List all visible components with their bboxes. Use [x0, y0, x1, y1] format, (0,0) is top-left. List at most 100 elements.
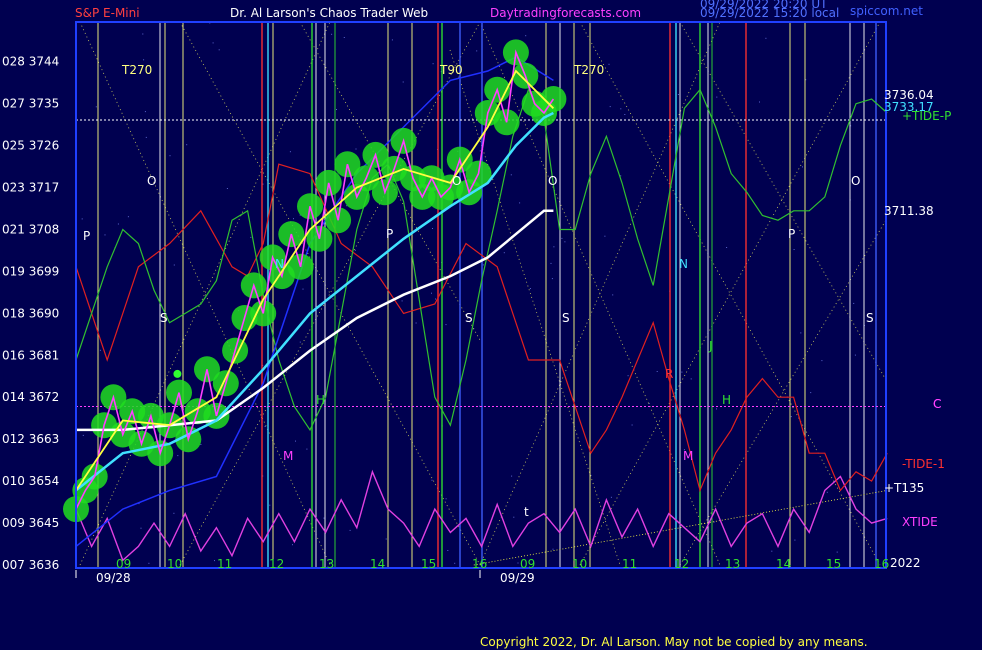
star	[610, 496, 612, 498]
star	[476, 50, 478, 52]
star	[293, 218, 294, 220]
x-hour-label: 14	[370, 557, 385, 571]
y-tick-label: 018 3690	[2, 306, 59, 320]
star	[269, 504, 271, 506]
x-hour-label: 09	[116, 557, 131, 571]
y-tick-label: 025 3726	[2, 139, 59, 153]
star	[299, 341, 301, 343]
star	[561, 237, 563, 239]
star	[104, 234, 106, 236]
x-hour-label: 10	[167, 557, 182, 571]
chart-annotation: T270	[573, 63, 604, 77]
star	[401, 300, 403, 302]
star	[854, 354, 856, 356]
star	[609, 106, 611, 108]
star	[250, 236, 252, 238]
star	[790, 416, 792, 418]
star	[716, 408, 717, 410]
star	[765, 37, 767, 39]
y-tick-label: 014 3672	[2, 390, 59, 404]
star	[432, 228, 433, 229]
cursor-dot	[173, 369, 182, 378]
chart-annotation: O	[548, 174, 557, 188]
star	[716, 96, 718, 98]
star	[482, 264, 484, 266]
x-date-label: 09/29	[500, 571, 535, 585]
chart-annotation: N	[679, 257, 688, 271]
star	[264, 426, 266, 427]
y-tick-label: 007 3636	[2, 558, 59, 572]
copyright: Copyright 2022, Dr. Al Larson. May not b…	[480, 635, 868, 649]
chart-annotation: t	[524, 505, 529, 519]
star	[292, 544, 293, 546]
symbol-title: S&P E-Mini	[75, 6, 140, 20]
y-tick-label: 009 3645	[2, 516, 59, 530]
star	[173, 512, 175, 514]
y-tick-label: 016 3681	[2, 348, 59, 362]
y-tick-label: 010 3654	[2, 474, 59, 488]
right-series-label: +T135	[884, 481, 924, 495]
chart-annotation: S	[866, 311, 874, 325]
star	[604, 235, 606, 237]
star	[200, 444, 202, 445]
star	[117, 223, 119, 225]
star	[145, 136, 147, 138]
star	[612, 294, 614, 296]
x-hour-label: 12	[674, 557, 689, 571]
chart-annotation: T270	[121, 63, 152, 77]
chart-annotation: O	[147, 174, 156, 188]
star	[552, 548, 554, 550]
star	[173, 264, 175, 266]
star	[331, 33, 333, 35]
star	[99, 349, 101, 351]
star	[447, 550, 449, 551]
star	[431, 292, 432, 294]
chart-annotation: S	[465, 311, 473, 325]
star	[608, 63, 610, 65]
y-tick-label: 028 3744	[2, 55, 59, 69]
chart-annotation: R	[665, 367, 673, 381]
star	[343, 37, 345, 38]
star	[143, 59, 145, 61]
x-hour-label: 09	[520, 557, 535, 571]
star	[510, 174, 512, 176]
star	[513, 516, 515, 518]
sp-emini-chart: 028 3744 027 3735 025 3726 023 3717 021 3708…	[0, 0, 982, 650]
star	[391, 39, 393, 41]
chart-annotation: T90	[439, 63, 463, 77]
chart-annotation: O	[851, 174, 860, 188]
star	[821, 360, 823, 362]
star	[148, 562, 150, 564]
star	[385, 538, 387, 540]
star	[289, 151, 291, 153]
y-tick-label: 019 3699	[2, 264, 59, 278]
chart-annotation: N	[275, 257, 284, 271]
chart-annotation: P	[83, 229, 90, 243]
site-link[interactable]: Daytradingforecasts.com	[490, 6, 641, 20]
right-series-label: XTIDE	[902, 515, 938, 529]
x-hour-label: 11	[217, 557, 232, 571]
star	[525, 35, 527, 37]
x-hour-label: 14	[776, 557, 791, 571]
star	[226, 188, 228, 189]
star	[336, 109, 337, 110]
x-hour-label: 12	[269, 557, 284, 571]
star	[677, 94, 679, 95]
chart-annotation: H	[316, 393, 325, 407]
chart-annotation: J	[708, 339, 713, 353]
star	[95, 106, 97, 108]
x-hour-label: 15	[421, 557, 436, 571]
star	[681, 371, 683, 373]
x-hour-label: 13	[319, 557, 334, 571]
star	[402, 81, 404, 83]
x-hour-label: 11	[622, 557, 637, 571]
x-hour-label: 16	[874, 557, 889, 571]
chart-annotation: P	[386, 227, 393, 241]
y-tick-label: 027 3735	[2, 97, 59, 111]
x-hour-label: 16	[472, 557, 487, 571]
star	[794, 539, 796, 541]
star	[836, 551, 838, 553]
star	[349, 529, 351, 531]
right-series-label: C	[933, 397, 941, 411]
x-date-label: 09/28	[96, 571, 131, 585]
